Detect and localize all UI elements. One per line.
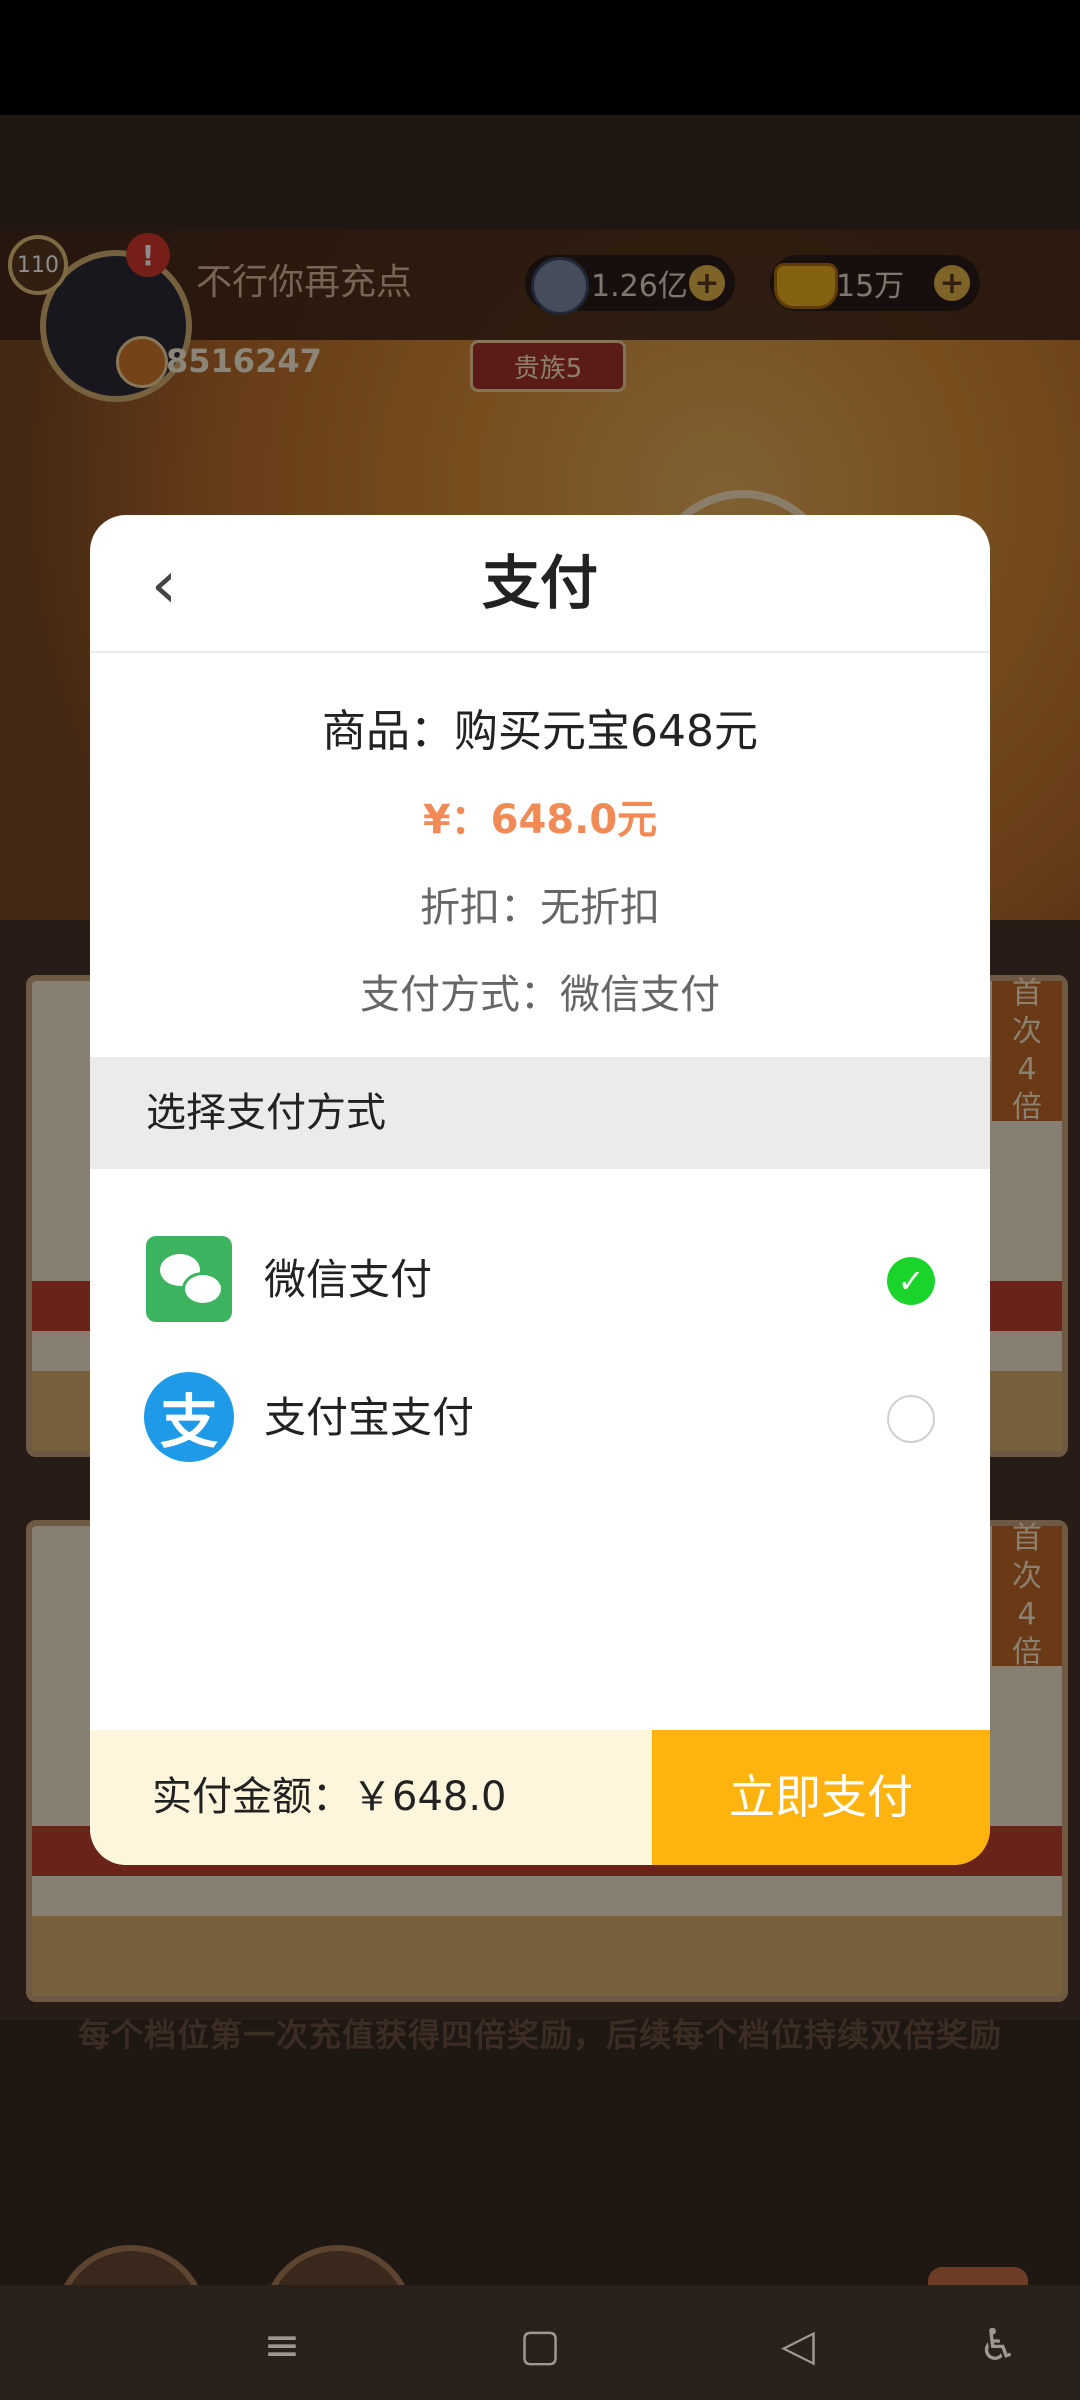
section-title: 选择支付方式 xyxy=(90,1057,990,1169)
menu-icon[interactable]: ≡ xyxy=(252,2315,312,2375)
pay-option-label: 微信支付 xyxy=(264,1255,433,1304)
alipay-icon: 支 xyxy=(144,1372,234,1462)
back-chevron-icon[interactable]: ‹ xyxy=(134,546,194,623)
pay-now-button[interactable]: 立即支付 xyxy=(652,1730,990,1865)
pay-option-wechat[interactable]: 微信支付 ✓ xyxy=(90,1220,990,1340)
system-nav-bar: ≡ ▢ ◁ ♿ xyxy=(0,2285,1080,2400)
dialog-footer: 实付金额：￥648.0 立即支付 xyxy=(90,1730,990,1865)
home-icon[interactable]: ▢ xyxy=(510,2315,570,2375)
pay-option-label: 支付宝支付 xyxy=(264,1393,475,1442)
discount-info: 折扣：无折扣 xyxy=(420,885,660,931)
wechat-bubble xyxy=(182,1272,224,1306)
dialog-header: 支付 ‹ xyxy=(90,515,990,653)
pay-option-alipay[interactable]: 支 支付宝支付 xyxy=(90,1358,990,1478)
dialog-title: 支付 xyxy=(481,549,598,617)
amount-due: 实付金额：￥648.0 xyxy=(90,1730,652,1865)
method-info: 支付方式：微信支付 xyxy=(360,972,720,1018)
radio-unchecked[interactable] xyxy=(887,1395,935,1443)
check-icon[interactable]: ✓ xyxy=(887,1257,935,1305)
status-bar xyxy=(0,0,1080,115)
back-icon[interactable]: ◁ xyxy=(768,2315,828,2375)
wechat-pay-icon xyxy=(146,1236,232,1322)
price-info: ¥：648.0元 xyxy=(422,797,658,843)
product-info: 商品：购买元宝648元 xyxy=(322,706,758,757)
accessibility-icon[interactable]: ♿ xyxy=(968,2315,1028,2375)
payment-dialog: 支付 ‹ 商品：购买元宝648元 ¥：648.0元 折扣：无折扣 支付方式：微信… xyxy=(90,515,990,1865)
